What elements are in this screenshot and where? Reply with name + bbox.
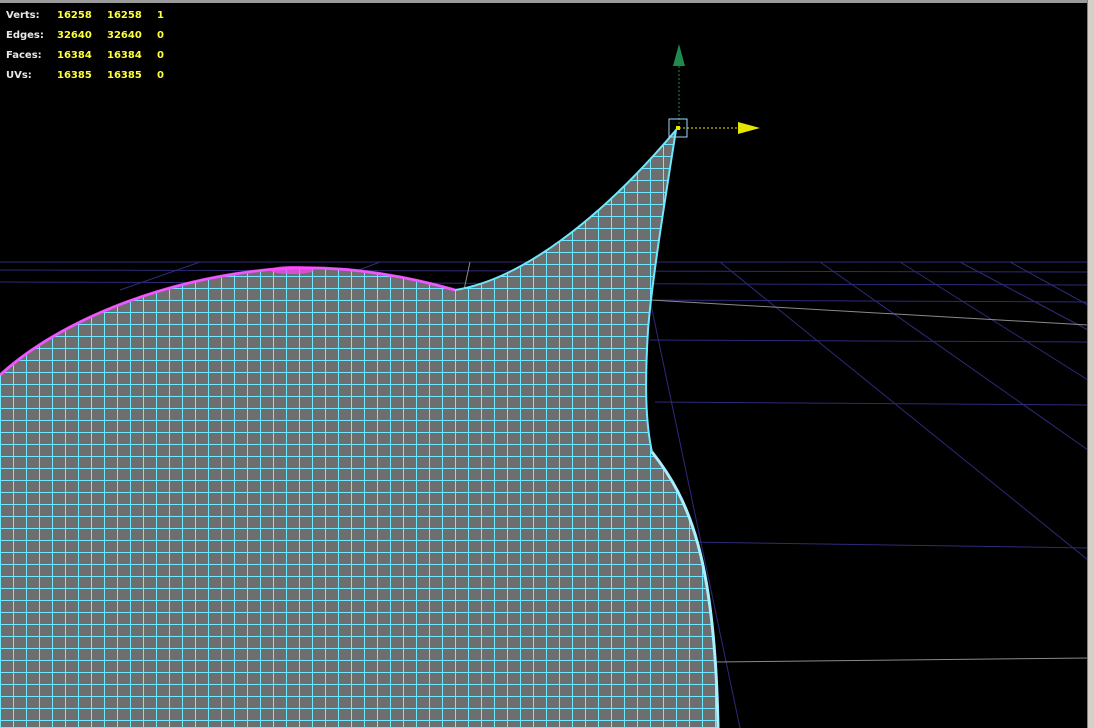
hud-label: Edges: xyxy=(6,30,44,41)
hud-row-uvs: UVs: 16385 16385 0 xyxy=(6,66,177,86)
hud-visible: 32640 xyxy=(107,30,142,41)
arrow-right-icon[interactable] xyxy=(738,122,760,134)
hud-total: 32640 xyxy=(57,30,92,41)
pole-center xyxy=(270,266,314,274)
viewport-scrollbar-edge[interactable] xyxy=(1087,0,1094,728)
hud-row-edges: Edges: 32640 32640 0 xyxy=(6,26,177,46)
hud-visible: 16258 xyxy=(107,10,142,21)
hud-selected: 0 xyxy=(157,30,164,41)
mesh-surface[interactable] xyxy=(0,126,720,728)
move-manipulator-icon[interactable] xyxy=(668,44,760,138)
poly-count-hud: Verts: 16258 16258 1 Edges: 32640 32640 … xyxy=(6,6,177,86)
3d-viewport[interactable]: Verts: 16258 16258 1 Edges: 32640 32640 … xyxy=(0,0,1094,728)
hud-selected: 1 xyxy=(157,10,164,21)
hud-row-faces: Faces: 16384 16384 0 xyxy=(6,46,177,66)
scene-canvas[interactable] xyxy=(0,0,1094,728)
hud-label: Faces: xyxy=(6,50,42,61)
hud-total: 16384 xyxy=(57,50,92,61)
hud-visible: 16384 xyxy=(107,50,142,61)
hud-row-verts: Verts: 16258 16258 1 xyxy=(6,6,177,26)
hud-label: UVs: xyxy=(6,70,32,81)
hud-selected: 0 xyxy=(157,70,164,81)
hud-total: 16258 xyxy=(57,10,92,21)
hud-label: Verts: xyxy=(6,10,40,21)
hud-selected: 0 xyxy=(157,50,164,61)
hud-visible: 16385 xyxy=(107,70,142,81)
arrow-up-icon[interactable] xyxy=(673,44,685,66)
hud-total: 16385 xyxy=(57,70,92,81)
selected-vertex[interactable] xyxy=(676,126,680,130)
